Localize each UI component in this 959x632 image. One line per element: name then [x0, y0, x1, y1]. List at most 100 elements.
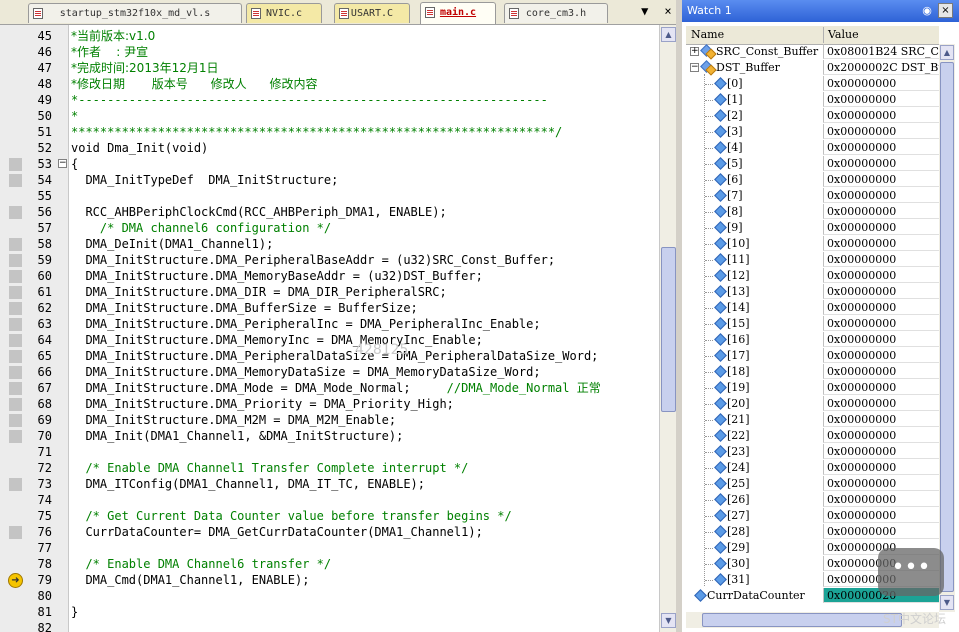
breakpoint-marker[interactable]	[9, 526, 22, 539]
scroll-down-icon[interactable]: ▼	[661, 613, 676, 628]
watch-value[interactable]: 0x00000000	[823, 380, 939, 395]
code-line[interactable]: 56 RCC_AHBPeriphClockCmd(RCC_AHBPeriph_D…	[0, 204, 659, 220]
watch-row[interactable]: [24] 0x00000000	[686, 460, 939, 476]
watch-value[interactable]: 0x00000000	[823, 332, 939, 347]
breakpoint-marker[interactable]	[9, 398, 22, 411]
scrollbar-thumb[interactable]	[940, 62, 954, 592]
code-line[interactable]: 75 /* Get Current Data Counter value bef…	[0, 508, 659, 524]
tab-list-icon[interactable]: ▼	[637, 4, 653, 18]
code-line[interactable]: 82	[0, 620, 659, 632]
breakpoint-marker[interactable]	[9, 478, 22, 491]
watch-row[interactable]: [7] 0x00000000	[686, 188, 939, 204]
watch-row[interactable]: [22] 0x00000000	[686, 428, 939, 444]
watch-row[interactable]: [20] 0x00000000	[686, 396, 939, 412]
watch-row[interactable]: [27] 0x00000000	[686, 508, 939, 524]
watch-row[interactable]: [14] 0x00000000	[686, 300, 939, 316]
fold-toggle-icon[interactable]: −	[58, 159, 67, 168]
watch-row[interactable]: [10] 0x00000000	[686, 236, 939, 252]
watch-row[interactable]: [21] 0x00000000	[686, 412, 939, 428]
watch-row[interactable]: [23] 0x00000000	[686, 444, 939, 460]
code-line[interactable]: 60 DMA_InitStructure.DMA_MemoryBaseAddr …	[0, 268, 659, 284]
code-line[interactable]: 80	[0, 588, 659, 604]
watch-value[interactable]: 0x00000000	[823, 444, 939, 459]
watch-value[interactable]: 0x00000000	[823, 236, 939, 251]
watch-row[interactable]: [2] 0x00000000	[686, 108, 939, 124]
code-line[interactable]: 50 *	[0, 108, 659, 124]
watch-value[interactable]: 0x00000000	[823, 460, 939, 475]
watch-value[interactable]: 0x00000000	[823, 204, 939, 219]
watch-value[interactable]: 0x00000000	[823, 348, 939, 363]
breakpoint-marker[interactable]	[9, 350, 22, 363]
watch-row[interactable]: [12] 0x00000000	[686, 268, 939, 284]
column-divider[interactable]	[823, 27, 824, 43]
code-line[interactable]: 64 DMA_InitStructure.DMA_MemoryInc = DMA…	[0, 332, 659, 348]
watch-value[interactable]: 0x08001B24 SRC_Con	[823, 44, 939, 59]
code-line[interactable]: 63 DMA_InitStructure.DMA_PeripheralInc =…	[0, 316, 659, 332]
tab-startup-file[interactable]: startup_stm32f10x_md_vl.s	[28, 3, 242, 23]
code-line[interactable]: 70 DMA_Init(DMA1_Channel1, &DMA_InitStru…	[0, 428, 659, 444]
code-line[interactable]: 45 *当前版本:v1.0	[0, 28, 659, 44]
watch-row[interactable]: [3] 0x00000000	[686, 124, 939, 140]
watch-row[interactable]: [26] 0x00000000	[686, 492, 939, 508]
watch-row[interactable]: [11] 0x00000000	[686, 252, 939, 268]
pin-icon[interactable]: ◉	[920, 4, 934, 18]
code-line[interactable]: 49 *-------------------------------------…	[0, 92, 659, 108]
watch-row[interactable]: [25] 0x00000000	[686, 476, 939, 492]
watch-row[interactable]: [28] 0x00000000	[686, 524, 939, 540]
breakpoint-marker[interactable]	[9, 238, 22, 251]
code-line[interactable]: 59 DMA_InitStructure.DMA_PeripheralBaseA…	[0, 252, 659, 268]
code-line[interactable]: 77	[0, 540, 659, 556]
tab-nvic[interactable]: NVIC.c	[246, 3, 322, 23]
watch-row[interactable]: [8] 0x00000000	[686, 204, 939, 220]
editor-vertical-scrollbar[interactable]: ▲ ▼	[659, 25, 677, 632]
watch-value[interactable]: 0x00000000	[823, 188, 939, 203]
code-line[interactable]: 74	[0, 492, 659, 508]
column-name-header[interactable]: Name	[691, 28, 724, 41]
code-line[interactable]: 68 DMA_InitStructure.DMA_Priority = DMA_…	[0, 396, 659, 412]
watch-row[interactable]: [13] 0x00000000	[686, 284, 939, 300]
watch-row[interactable]: − DST_Buffer 0x2000002C DST_Buf	[686, 60, 939, 76]
watch-row[interactable]: [9] 0x00000000	[686, 220, 939, 236]
watch-value[interactable]: 0x00000000	[823, 492, 939, 507]
watch-row[interactable]: [18] 0x00000000	[686, 364, 939, 380]
watch-value[interactable]: 0x00000000	[823, 476, 939, 491]
watch-value[interactable]: 0x00000000	[823, 316, 939, 331]
code-line[interactable]: 55	[0, 188, 659, 204]
code-line[interactable]: 78 /* Enable DMA Channel6 transfer */	[0, 556, 659, 572]
tab-usart[interactable]: USART.C	[334, 3, 410, 23]
watch-value[interactable]: 0x00000000	[823, 428, 939, 443]
watch-row[interactable]: [16] 0x00000000	[686, 332, 939, 348]
breakpoint-marker[interactable]	[9, 382, 22, 395]
scroll-up-icon[interactable]: ▲	[940, 45, 954, 60]
code-line[interactable]: 47 *完成时间:2013年12月1日	[0, 60, 659, 76]
breakpoint-marker[interactable]	[9, 334, 22, 347]
tab-main[interactable]: main.c	[420, 2, 496, 24]
code-line[interactable]: 69 DMA_InitStructure.DMA_M2M = DMA_M2M_E…	[0, 412, 659, 428]
breakpoint-marker[interactable]	[9, 254, 22, 267]
watch-value[interactable]: 0x00000000	[823, 524, 939, 539]
watch-row[interactable]: + SRC_Const_Buffer 0x08001B24 SRC_Con	[686, 44, 939, 60]
breakpoint-marker[interactable]	[9, 158, 22, 171]
watch-value[interactable]: 0x00000000	[823, 396, 939, 411]
watch-value[interactable]: 0x00000000	[823, 364, 939, 379]
watch-value[interactable]: 0x00000000	[823, 412, 939, 427]
code-line[interactable]: 62 DMA_InitStructure.DMA_BufferSize = Bu…	[0, 300, 659, 316]
watch-row[interactable]: [5] 0x00000000	[686, 156, 939, 172]
code-line[interactable]: 58 DMA_DeInit(DMA1_Channel1);	[0, 236, 659, 252]
breakpoint-marker[interactable]	[9, 286, 22, 299]
scrollbar-thumb[interactable]	[702, 613, 902, 627]
watch-value[interactable]: 0x00000000	[823, 508, 939, 523]
watch-vertical-scrollbar[interactable]: ▲ ▼	[939, 44, 955, 612]
close-icon[interactable]: ×	[660, 4, 676, 18]
tab-core-cm3[interactable]: core_cm3.h	[504, 3, 608, 23]
breakpoint-marker[interactable]	[9, 302, 22, 315]
watch-value[interactable]: 0x00000000	[823, 124, 939, 139]
watch-value[interactable]: 0x00000000	[823, 268, 939, 283]
code-line[interactable]: 65 DMA_InitStructure.DMA_PeripheralDataS…	[0, 348, 659, 364]
code-line[interactable]: 72 /* Enable DMA Channel1 Transfer Compl…	[0, 460, 659, 476]
code-line[interactable]: 51 **************************************…	[0, 124, 659, 140]
expand-icon[interactable]: +	[690, 47, 699, 56]
watch-value[interactable]: 0x00000000	[823, 140, 939, 155]
code-line[interactable]: 54 DMA_InitTypeDef DMA_InitStructure;	[0, 172, 659, 188]
breakpoint-marker[interactable]	[9, 270, 22, 283]
